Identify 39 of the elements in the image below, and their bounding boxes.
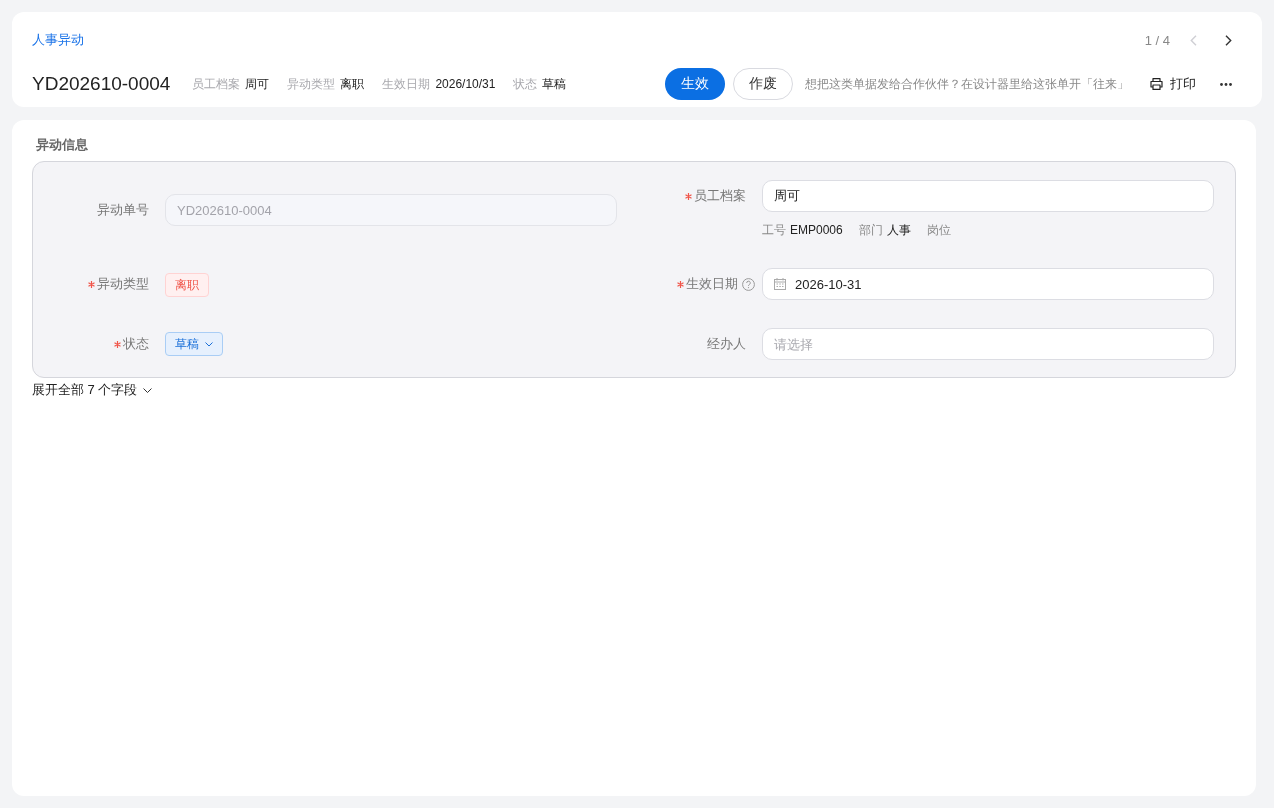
select-field[interactable]: 请选择: [762, 328, 1214, 360]
text-field[interactable]: 周可: [762, 180, 1214, 212]
pager-count: 1 / 4: [1144, 32, 1170, 48]
expand-fields-link[interactable]: 展开全部 7 个字段: [32, 380, 153, 400]
field-label: 异动单号: [97, 201, 149, 219]
print-button[interactable]: 打印: [1148, 71, 1198, 97]
activate-button[interactable]: 生效: [665, 68, 725, 100]
status-dropdown[interactable]: 草稿: [165, 332, 223, 356]
summary-label: 生效日期: [382, 75, 431, 93]
field-label: 生效日期: [686, 275, 738, 293]
help-icon[interactable]: [742, 277, 755, 291]
document-number: YD202610-0004: [32, 73, 171, 95]
summary-value: 2026/10/31: [435, 77, 496, 91]
calendar-icon: [774, 278, 786, 290]
chevron-down-icon: [205, 341, 213, 347]
module-link[interactable]: 人事异动: [32, 30, 84, 50]
void-button[interactable]: 作废: [733, 68, 793, 100]
section-title: 异动信息: [35, 136, 89, 154]
field-label: 异动类型: [97, 275, 149, 293]
field-label: 状态: [123, 335, 149, 353]
printer-icon: [1150, 78, 1163, 90]
detail-label: 部门: [858, 222, 883, 239]
summary-value: 周可: [245, 75, 270, 93]
hint-text: 想把这类单据发给合作伙伴？在设计器里给这张单开「往来」: [805, 75, 1129, 93]
detail-value: EMP0006: [790, 222, 843, 239]
summary-label: 员工档案: [192, 75, 241, 93]
summary-value: 离职: [340, 75, 365, 93]
detail-label: 岗位: [926, 222, 951, 239]
summary-value: 草稿: [542, 75, 567, 93]
chevron-down-icon: [143, 387, 153, 393]
type-tag: 离职: [165, 273, 209, 297]
more-dots-icon: [1220, 82, 1232, 86]
detail-label: 工号: [762, 222, 786, 239]
summary-label: 状态: [513, 75, 538, 93]
detail-value: 人事: [886, 222, 911, 239]
summary-label: 异动类型: [287, 75, 336, 93]
field-label: 员工档案: [694, 187, 746, 205]
date-field[interactable]: 2026-10-31: [762, 268, 1214, 300]
field-label: 经办人: [707, 335, 746, 353]
